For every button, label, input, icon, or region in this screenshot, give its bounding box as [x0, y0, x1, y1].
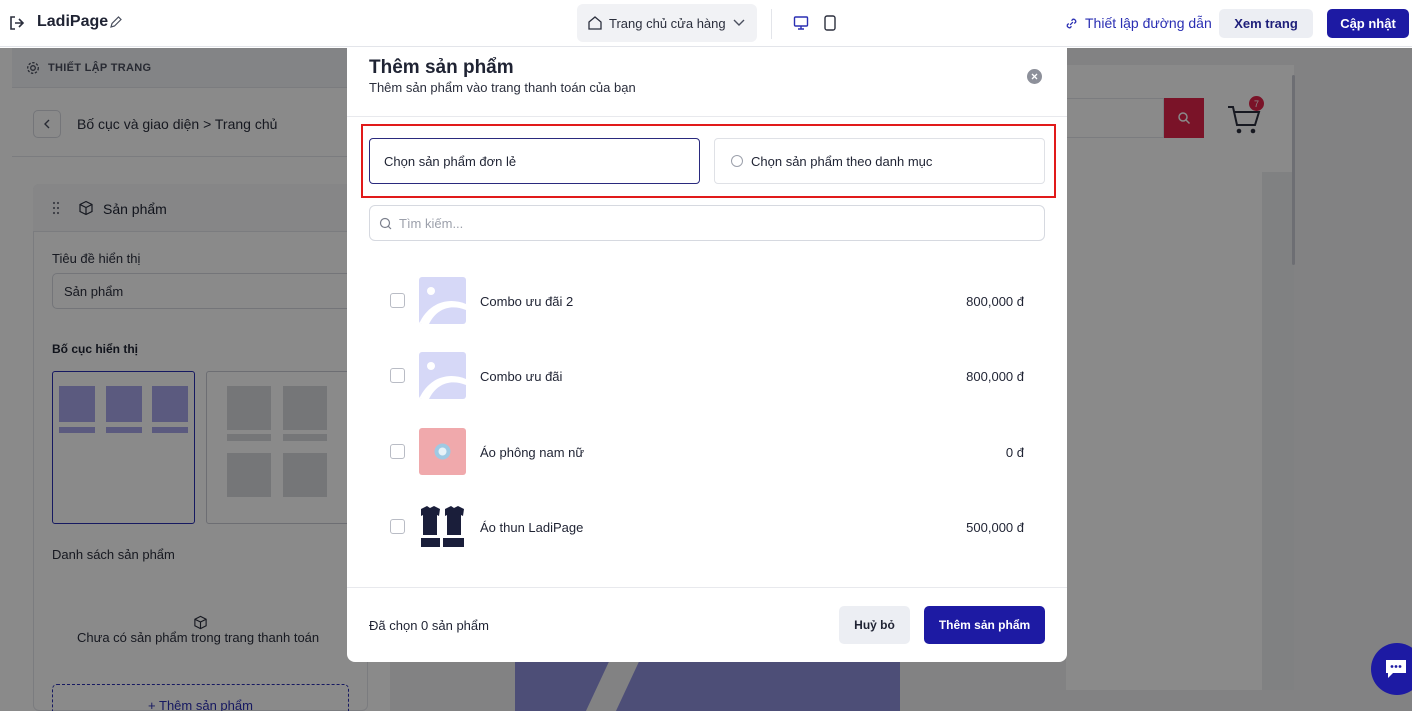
pink-shirt-image	[419, 428, 466, 475]
divider	[347, 116, 1067, 117]
modal-title: Thêm sản phẩm	[369, 57, 514, 78]
exit-icon[interactable]	[8, 14, 26, 32]
product-row[interactable]: Áo thun LadiPage 500,000 đ	[369, 497, 1045, 557]
product-price: 800,000 đ	[966, 369, 1024, 384]
placeholder-image-icon	[419, 277, 466, 324]
product-checkbox[interactable]	[390, 293, 405, 308]
product-price: 800,000 đ	[966, 294, 1024, 309]
cancel-button[interactable]: Huỷ bỏ	[839, 606, 910, 644]
update-button[interactable]: Cập nhật	[1327, 9, 1409, 38]
app-title: LadiPage	[37, 13, 109, 30]
placeholder-image-icon	[419, 352, 466, 399]
product-price: 0 đ	[1005, 445, 1024, 460]
search-input[interactable]	[399, 215, 999, 231]
pencil-icon[interactable]	[109, 15, 123, 29]
product-search[interactable]	[369, 205, 1045, 241]
option-single-label: Chọn sản phẩm đơn lẻ	[384, 153, 517, 169]
product-checkbox[interactable]	[390, 368, 405, 383]
desktop-icon[interactable]	[793, 15, 809, 31]
divider	[347, 587, 1067, 588]
add-product-confirm-button[interactable]: Thêm sản phẩm	[924, 606, 1045, 644]
product-price: 500,000 đ	[966, 520, 1024, 535]
product-checkbox[interactable]	[390, 444, 405, 459]
product-name: Combo ưu đãi	[480, 369, 563, 384]
option-single-product[interactable]: Chọn sản phẩm đơn lẻ	[369, 138, 700, 184]
mobile-icon[interactable]	[823, 15, 837, 31]
link-settings[interactable]: Thiết lập đường dẫn	[1064, 15, 1212, 31]
product-checkbox[interactable]	[390, 519, 405, 534]
option-by-category[interactable]: Chọn sản phẩm theo danh mục	[714, 138, 1045, 184]
top-bar: LadiPage Trang chủ cửa hàng Thiết lập đư…	[0, 0, 1412, 47]
view-page-button[interactable]: Xem trang	[1219, 9, 1313, 38]
modal-subtitle: Thêm sản phẩm vào trang thanh toán của b…	[369, 80, 636, 95]
divider	[771, 9, 772, 39]
home-icon	[588, 16, 602, 30]
option-category-label: Chọn sản phẩm theo danh mục	[751, 153, 933, 169]
close-button[interactable]	[1027, 69, 1042, 84]
page-select-label: Trang chủ cửa hàng	[609, 15, 726, 31]
product-row[interactable]: Combo ưu đãi 2 800,000 đ	[369, 271, 1045, 331]
product-row[interactable]: Áo phông nam nữ 0 đ	[369, 422, 1045, 482]
selected-count: Đã chọn 0 sản phẩm	[369, 618, 489, 633]
chevron-down-icon	[733, 19, 745, 26]
close-icon	[1031, 73, 1038, 80]
page-select[interactable]: Trang chủ cửa hàng	[577, 4, 757, 42]
product-name: Áo thun LadiPage	[480, 520, 584, 535]
chat-icon	[1386, 660, 1406, 678]
search-icon	[379, 217, 392, 229]
product-name: Combo ưu đãi 2	[480, 294, 574, 309]
tshirt-image	[419, 503, 466, 550]
link-icon	[1066, 18, 1077, 28]
radio-button[interactable]	[731, 155, 743, 167]
link-settings-label: Thiết lập đường dẫn	[1085, 15, 1212, 31]
product-name: Áo phông nam nữ	[480, 445, 585, 460]
product-row[interactable]: Combo ưu đãi 800,000 đ	[369, 346, 1045, 406]
